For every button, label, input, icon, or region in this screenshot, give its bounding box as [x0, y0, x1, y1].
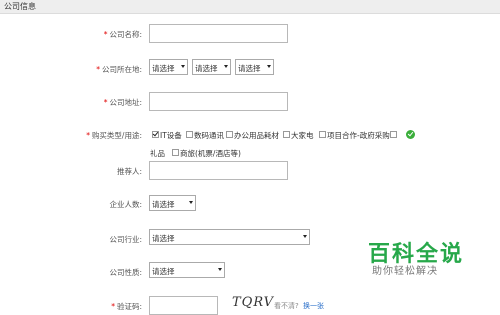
checkbox-gov-procurement[interactable]	[319, 131, 326, 138]
checkbox-appliances[interactable]	[283, 131, 290, 138]
employee-count-select[interactable]: 请选择	[149, 195, 196, 211]
company-location-label: * 公司所在地:	[96, 65, 142, 74]
required-mark: *	[96, 65, 100, 74]
city-select[interactable]: 请选择	[192, 59, 231, 75]
required-mark: *	[86, 131, 90, 140]
employee-count-label: 企业人数:	[109, 200, 142, 209]
required-mark: *	[103, 98, 108, 107]
district-select[interactable]: 请选择	[235, 59, 274, 75]
company-address-input[interactable]	[149, 92, 288, 111]
option-label-gov-procurement: 项目合作-政府采购	[327, 131, 390, 140]
option-label-business-travel: 商旅(机票/酒店等)	[180, 149, 241, 158]
dropdown-arrow-icon	[267, 65, 271, 68]
checkbox-it-equipment[interactable]	[152, 131, 159, 138]
checkbox-gifts[interactable]	[390, 131, 397, 138]
verify-code-label: * 验证码:	[111, 302, 142, 311]
referrer-label: 推荐人:	[116, 167, 142, 176]
company-nature-label: 公司性质:	[109, 268, 142, 277]
option-label-office-supplies: 办公用品耗材	[234, 131, 279, 140]
industry-select[interactable]: 请选择	[149, 229, 310, 245]
dropdown-arrow-icon	[181, 65, 185, 68]
captcha-unclear-text: 看不清?	[274, 302, 299, 310]
option-label-digital-comm: 数码通讯	[194, 131, 224, 140]
option-label-appliances: 大家电	[291, 131, 314, 140]
purchase-type-label: * 购买类型/用途:	[86, 131, 142, 140]
captcha-refresh-link[interactable]: 换一张	[303, 301, 324, 311]
industry-label: 公司行业:	[109, 235, 142, 244]
dropdown-arrow-icon	[218, 268, 222, 271]
required-mark: *	[111, 302, 115, 311]
option-label-gifts: 礼品	[150, 149, 165, 158]
section-title: 公司信息	[4, 2, 36, 11]
required-mark: *	[103, 30, 108, 39]
referrer-input[interactable]	[149, 161, 288, 180]
company-name-label: * 公司名称:	[103, 30, 142, 39]
checkbox-office-supplies[interactable]	[226, 131, 233, 138]
watermark-subtitle: 助你轻松解决	[372, 266, 438, 277]
valid-check-icon	[406, 130, 415, 139]
checkbox-digital-comm[interactable]	[186, 131, 193, 138]
dropdown-arrow-icon	[303, 235, 307, 238]
checkbox-business-travel[interactable]	[172, 149, 179, 156]
company-name-input[interactable]	[149, 24, 288, 43]
company-address-label: * 公司地址:	[103, 98, 142, 107]
option-label-it-equipment: IT设备	[160, 131, 182, 140]
verify-code-input[interactable]	[149, 296, 218, 315]
section-header: 公司信息	[0, 0, 500, 14]
dropdown-arrow-icon	[224, 65, 228, 68]
dropdown-arrow-icon	[189, 201, 193, 204]
province-select[interactable]: 请选择	[149, 59, 188, 75]
company-nature-select[interactable]: 请选择	[149, 262, 225, 278]
